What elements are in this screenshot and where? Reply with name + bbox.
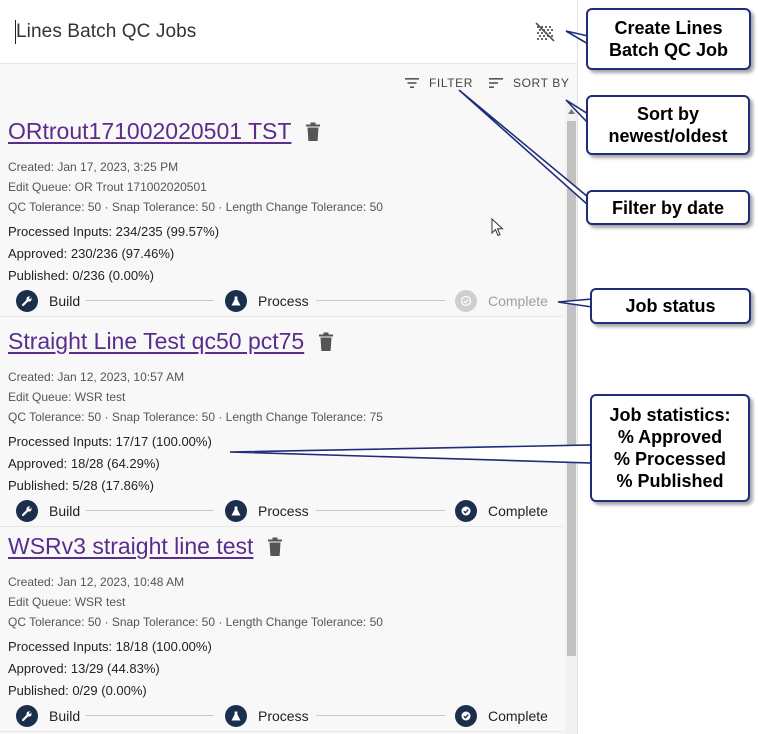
job-status-stepper: Build Process Complete: [16, 289, 551, 313]
step-label: Complete: [488, 708, 548, 724]
job-tolerances: QC Tolerance: 50 · Snap Tolerance: 50 · …: [8, 200, 383, 214]
job-created: Created: Jan 17, 2023, 3:25 PM: [8, 160, 179, 174]
step-label: Build: [49, 503, 81, 519]
filter-button[interactable]: FILTER: [404, 73, 473, 93]
job-edit-queue: Edit Queue: WSR test: [8, 595, 126, 609]
job-tolerances: QC Tolerance: 50 · Snap Tolerance: 50 · …: [8, 615, 383, 629]
callout-text: % Published: [616, 471, 724, 491]
job-title-link[interactable]: ORtrout171002020501 TST: [8, 118, 291, 145]
callout-text: % Approved: [617, 427, 723, 447]
wrench-icon: [21, 296, 32, 307]
scroll-up-arrow-icon[interactable]: [565, 107, 578, 117]
job-card: Straight Line Test qc50 pct75 Created: J…: [0, 322, 563, 527]
step-label: Process: [258, 708, 309, 724]
callout-text: Filter by date: [611, 197, 725, 218]
panel-header: Lines Batch QC Jobs: [0, 0, 577, 64]
filter-label: FILTER: [429, 76, 474, 90]
step-complete: Complete: [455, 499, 548, 523]
step-label: Process: [258, 293, 309, 309]
callout-text: Create Lines: [614, 18, 723, 38]
job-tolerances: QC Tolerance: 50 · Snap Tolerance: 50 · …: [8, 410, 383, 424]
step-connector: [316, 510, 445, 511]
job-card: ORtrout171002020501 TST Created: Jan 17,…: [0, 112, 563, 317]
step-process: Process: [225, 499, 309, 523]
job-created: Created: Jan 12, 2023, 10:57 AM: [8, 370, 185, 384]
step-connector: [316, 300, 445, 301]
callout-text: Sort by: [636, 104, 699, 124]
step-process: Process: [225, 289, 309, 313]
job-status-stepper: Build Process Complete: [16, 499, 551, 523]
check-circle-icon: [461, 506, 471, 516]
job-title-link[interactable]: Straight Line Test qc50 pct75: [8, 328, 304, 355]
callout-text: Job statistics:: [609, 405, 731, 425]
job-published: Published: 5/28 (17.86%): [8, 478, 154, 493]
callout-job-status: Job status: [590, 288, 751, 324]
job-processed-inputs: Processed Inputs: 17/17 (100.00%): [8, 434, 212, 449]
job-processed-inputs: Processed Inputs: 234/235 (99.57%): [8, 224, 220, 239]
job-card: WSRv3 straight line test Created: Jan 12…: [0, 527, 563, 732]
job-status-stepper: Build Process Complete: [16, 704, 551, 728]
job-approved: Approved: 18/28 (64.29%): [8, 456, 160, 471]
delete-job-icon[interactable]: [318, 332, 334, 352]
callout-text: % Processed: [613, 449, 727, 469]
job-approved: Approved: 230/236 (97.46%): [8, 246, 175, 261]
job-list-area: FILTER SORT BY ORtrout171002020501 TST C…: [0, 65, 578, 734]
delete-job-icon[interactable]: [305, 122, 321, 142]
scrollbar-thumb[interactable]: [567, 121, 576, 656]
job-edit-queue: Edit Queue: WSR test: [8, 390, 126, 404]
step-complete: Complete: [455, 704, 548, 728]
job-edit-queue: Edit Queue: OR Trout 171002020501: [8, 180, 207, 194]
sort-by-button[interactable]: SORT BY: [488, 73, 569, 93]
mouse-pointer-icon: [491, 218, 504, 237]
flask-icon: [231, 506, 241, 516]
step-build: Build: [16, 499, 80, 523]
job-title-row: Straight Line Test qc50 pct75: [8, 328, 334, 355]
step-label: Build: [49, 293, 81, 309]
job-title-row: ORtrout171002020501 TST: [8, 118, 321, 145]
step-connector: [86, 510, 214, 511]
step-label: Complete: [488, 503, 548, 519]
wrench-icon: [21, 711, 32, 722]
filter-icon: [405, 78, 419, 88]
callout-text: Batch QC Job: [608, 40, 728, 60]
job-published: Published: 0/29 (0.00%): [8, 683, 147, 698]
callout-text: newest/oldest: [608, 126, 728, 146]
job-approved: Approved: 13/29 (44.83%): [8, 661, 160, 676]
step-connector: [86, 300, 214, 301]
step-connector: [86, 715, 214, 716]
flask-icon: [231, 711, 241, 721]
sort-icon: [489, 78, 503, 88]
create-batch-qc-job-button[interactable]: [534, 21, 556, 43]
check-circle-icon: [461, 711, 471, 721]
step-build: Build: [16, 704, 80, 728]
batch-qc-panel: Lines Batch QC Jobs FILTER SORT BY ORtro…: [0, 0, 578, 734]
callout-create-job: Create Lines Batch QC Job: [586, 8, 751, 70]
list-toolbar: FILTER SORT BY: [0, 65, 577, 103]
job-created: Created: Jan 12, 2023, 10:48 AM: [8, 575, 185, 589]
job-title-link[interactable]: WSRv3 straight line test: [8, 533, 253, 560]
sort-by-label: SORT BY: [513, 76, 570, 90]
step-label: Process: [258, 503, 309, 519]
wrench-icon: [21, 506, 32, 517]
callout-sort: Sort by newest/oldest: [586, 95, 750, 155]
step-process: Process: [225, 704, 309, 728]
job-published: Published: 0/236 (0.00%): [8, 268, 154, 283]
check-circle-icon: [460, 295, 472, 307]
step-label: Build: [49, 708, 81, 724]
flask-icon: [231, 296, 241, 306]
step-complete: Complete: [455, 289, 548, 313]
step-connector: [316, 715, 445, 716]
job-processed-inputs: Processed Inputs: 18/18 (100.00%): [8, 639, 212, 654]
callout-job-statistics: Job statistics: % Approved % Processed %…: [590, 394, 750, 502]
job-title-row: WSRv3 straight line test: [8, 533, 283, 560]
scrollbar[interactable]: [565, 103, 578, 734]
delete-job-icon[interactable]: [267, 537, 283, 557]
step-build: Build: [16, 289, 80, 313]
page-title: Lines Batch QC Jobs: [16, 21, 197, 42]
callout-filter: Filter by date: [586, 190, 750, 225]
step-label: Complete: [488, 293, 548, 309]
callout-text: Job status: [625, 296, 716, 316]
